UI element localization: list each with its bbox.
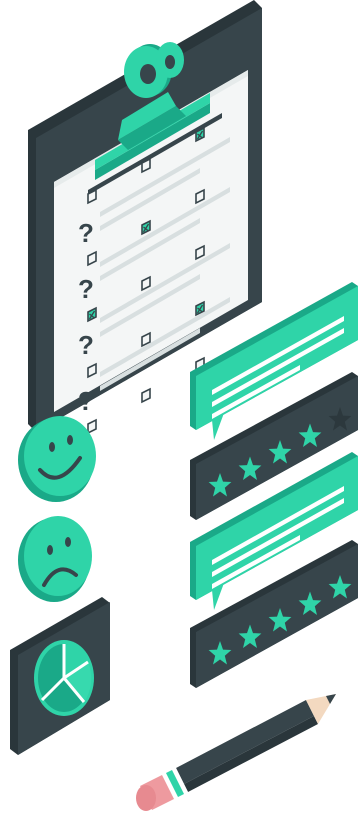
question-mark-3: ? <box>78 330 94 360</box>
survey-illustration: ? ? ? ? <box>10 0 358 811</box>
sad-face-icon <box>18 516 92 602</box>
checkbox-empty <box>87 418 97 435</box>
pie-chart-icon <box>10 597 110 755</box>
question-mark-2: ? <box>78 274 94 304</box>
checkbox-empty <box>141 387 151 404</box>
happy-face-icon <box>18 416 96 502</box>
pencil-icon <box>136 694 336 811</box>
question-mark-4: ? <box>78 386 94 416</box>
question-mark-1: ? <box>78 218 94 248</box>
